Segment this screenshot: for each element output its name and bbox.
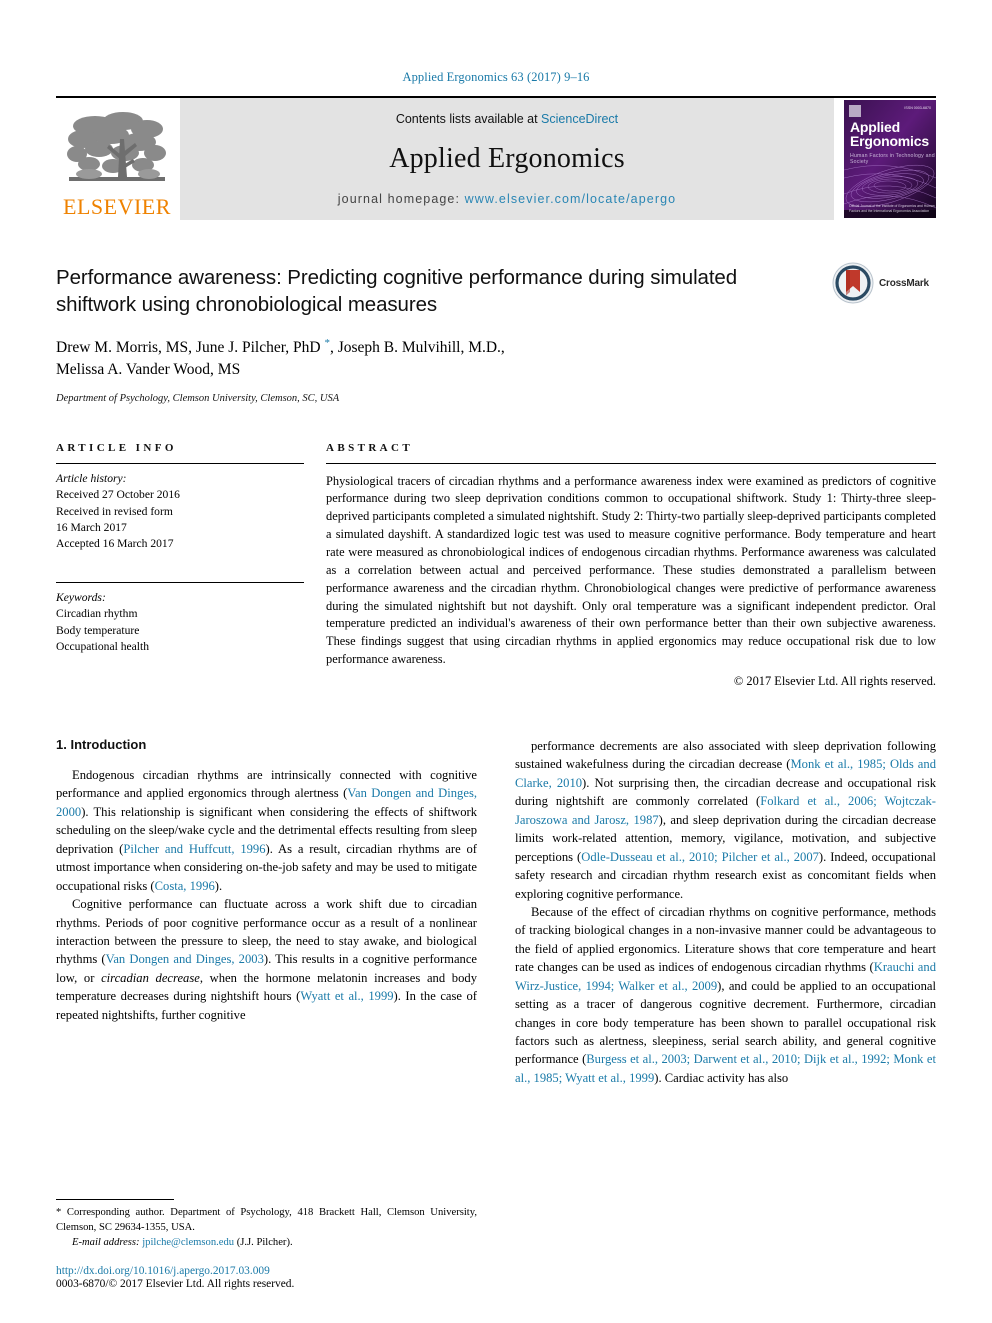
cover-title: Applied Ergonomics	[850, 120, 929, 149]
article-history-label: Article history:	[56, 471, 127, 485]
elsevier-tree-icon	[67, 112, 166, 181]
keyword-1: Body temperature	[56, 623, 140, 637]
journal-name: Applied Ergonomics	[389, 143, 625, 174]
keywords-block: Keywords: Circadian rhythm Body temperat…	[56, 581, 304, 656]
citation-link[interactable]: Costa, 1996	[155, 879, 215, 893]
doi-link[interactable]: http://dx.doi.org/10.1016/j.apergo.2017.…	[56, 1265, 477, 1277]
running-head: Applied Ergonomics 63 (2017) 9–16	[402, 70, 590, 84]
citation-link[interactable]: Van Dongen and Dinges, 2003	[106, 952, 264, 966]
abstract-heading: ABSTRACT	[326, 441, 414, 454]
journal-cover-image: ISSN 0003-6870 Applied Ergonomics Human …	[844, 100, 936, 218]
intro-paragraph-4: Because of the effect of circadian rhyth…	[515, 903, 936, 1087]
cover-publisher-badge	[849, 105, 861, 117]
cover-issn: ISSN 0003-6870	[904, 106, 931, 110]
page-title: Performance awareness: Predicting cognit…	[56, 266, 738, 317]
journal-cover-block: ISSN 0003-6870 Applied Ergonomics Human …	[838, 98, 936, 220]
keywords-rule	[56, 581, 304, 583]
body-column-right: performance decrements are also associat…	[515, 737, 936, 1087]
email-link[interactable]: jpilche@clemson.edu	[142, 1237, 234, 1248]
keywords-label: Keywords:	[56, 590, 106, 604]
author-list: Drew M. Morris, MS, June J. Pilcher, PhD…	[56, 336, 786, 382]
article-info-rule	[56, 462, 304, 464]
contents-available-line: Contents lists available at ScienceDirec…	[396, 112, 618, 126]
authors-line1-part2: , Joseph B. Mulvihill, M.D.,	[329, 338, 505, 356]
article-info-heading: ARTICLE INFO	[56, 441, 177, 454]
emphasis-text: circadian decrease	[101, 970, 200, 985]
body-text: ). Cardiac activity has also	[654, 1070, 789, 1085]
citation-link[interactable]: Wyatt et al., 1999	[300, 989, 393, 1003]
authors-line2: Melissa A. Vander Wood, MS	[56, 361, 241, 379]
crossmark-badge[interactable]: CrossMark	[832, 260, 936, 306]
body-column-left: 1. Introduction Endogenous circadian rhy…	[56, 737, 477, 1087]
doi-block: http://dx.doi.org/10.1016/j.apergo.2017.…	[56, 1265, 477, 1290]
email-label: E-mail address:	[72, 1237, 140, 1248]
history-line-0: Received 27 October 2016	[56, 488, 180, 502]
crossmark-label: CrossMark	[879, 277, 929, 289]
article-info-column: ARTICLE INFO Article history: Received 2…	[56, 442, 304, 689]
homepage-prefix: journal homepage:	[337, 192, 465, 206]
intro-paragraph-2: Cognitive performance can fluctuate acro…	[56, 895, 477, 1024]
elsevier-wordmark: ELSEVIER	[63, 194, 171, 219]
body-text: ).	[214, 878, 223, 893]
journal-homepage-line: journal homepage: www.elsevier.com/locat…	[338, 192, 676, 206]
elsevier-logo: ELSEVIER	[56, 98, 178, 220]
history-line-3: Accepted 16 March 2017	[56, 537, 174, 551]
corresponding-author-note: * Corresponding author. Department of Ps…	[56, 1206, 477, 1233]
email-note: E-mail address: jpilche@clemson.edu (J.J…	[56, 1237, 477, 1248]
intro-paragraph-3: performance decrements are also associat…	[515, 737, 936, 903]
citation-link[interactable]: Odle-Dusseau et al., 2010; Pilcher et al…	[581, 850, 819, 864]
contents-prefix: Contents lists available at	[395, 112, 542, 126]
keyword-2: Occupational health	[56, 640, 150, 654]
email-suffix: (J.J. Pilcher).	[236, 1237, 293, 1248]
abstract-copyright: © 2017 Elsevier Ltd. All rights reserved…	[733, 674, 936, 689]
footnote-zone: * Corresponding author. Department of Ps…	[56, 1198, 477, 1290]
abstract-text: Physiological tracers of circadian rhyth…	[326, 473, 936, 667]
authors-line1-part1: Drew M. Morris, MS, June J. Pilcher, PhD	[56, 338, 325, 356]
crossmark-icon	[832, 262, 874, 304]
article-history: Article history: Received 27 October 201…	[56, 471, 304, 553]
article-page: Applied Ergonomics 63 (2017) 9–16 ELSEVI…	[0, 0, 992, 1323]
title-block: Performance awareness: Predicting cognit…	[56, 262, 936, 404]
intro-paragraph-1: Endogenous circadian rhythms are intrins…	[56, 766, 477, 895]
author-affiliation: Department of Psychology, Clemson Univer…	[56, 392, 340, 404]
sciencedirect-link[interactable]: ScienceDirect	[541, 112, 618, 126]
section-title-introduction: 1. Introduction	[56, 737, 147, 753]
info-abstract-row: ARTICLE INFO Article history: Received 2…	[56, 442, 936, 689]
body-columns: 1. Introduction Endogenous circadian rhy…	[56, 737, 936, 1087]
masthead-center: Contents lists available at ScienceDirec…	[180, 98, 834, 220]
cover-subtitle: Human Factors in Technology and Society	[850, 153, 935, 165]
journal-masthead: ELSEVIER Contents lists available at Sci…	[56, 96, 936, 220]
citation-link[interactable]: Pilcher and Huffcutt, 1996	[123, 842, 265, 856]
abstract-column: ABSTRACT Physiological tracers of circad…	[326, 442, 936, 689]
homepage-url-link[interactable]: www.elsevier.com/locate/apergo	[465, 192, 677, 206]
abstract-rule	[326, 462, 936, 464]
history-line-1: Received in revised form	[56, 504, 173, 518]
keywords-body: Keywords: Circadian rhythm Body temperat…	[56, 590, 304, 656]
issn-copyright-line: 0003-6870/© 2017 Elsevier Ltd. All right…	[56, 1278, 295, 1290]
cover-footer: Official Journal of the Institute of Erg…	[849, 204, 935, 213]
cover-title-line2: Ergonomics	[850, 133, 929, 150]
footnote-rule	[56, 1198, 174, 1200]
keyword-0: Circadian rhythm	[56, 607, 138, 621]
history-line-2: 16 March 2017	[56, 520, 127, 534]
cover-title-line1: Applied	[850, 119, 900, 135]
